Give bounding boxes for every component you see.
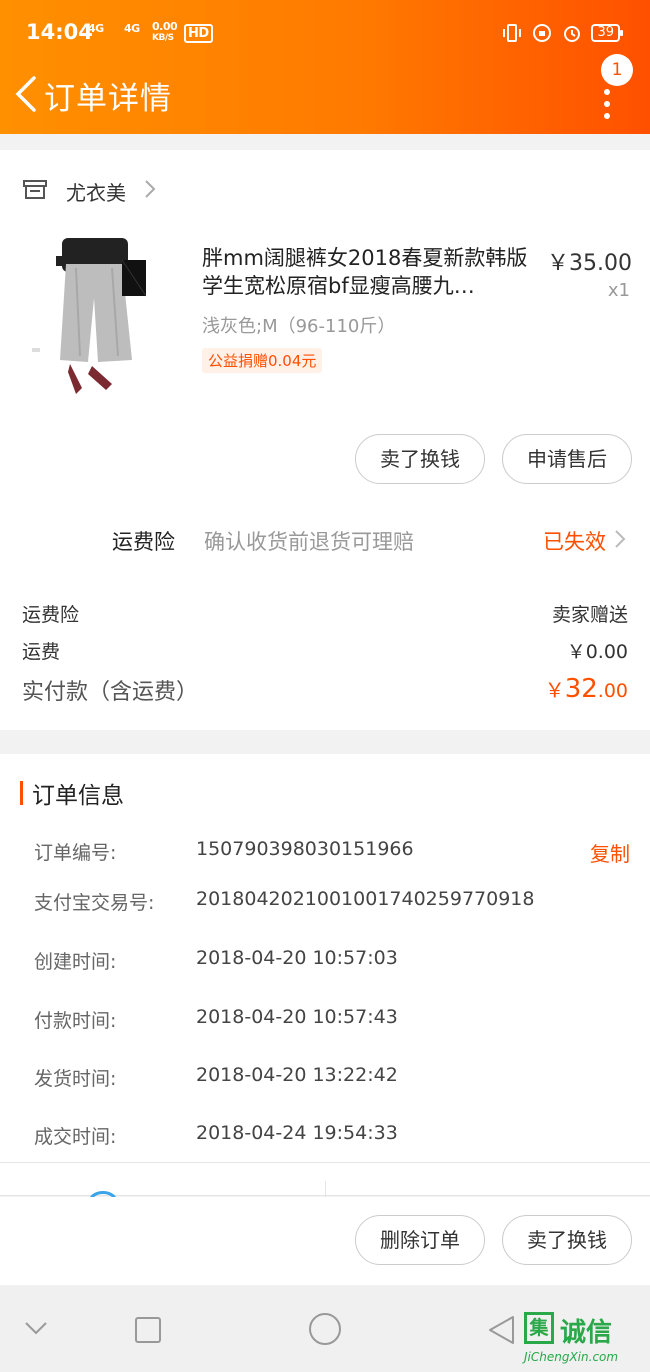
fee-label: 运费 [22, 641, 61, 663]
info-key: 成交时间: [34, 1126, 117, 1148]
info-key: 付款时间: [34, 1010, 117, 1032]
info-row-paid: 付款时间: 2018-04-20 10:57:43 [34, 1006, 630, 1036]
sell-for-cash-button[interactable]: 卖了换钱 [502, 1215, 632, 1265]
insurance-label: 运费险 [112, 530, 175, 554]
info-value: 2018042021001001740259770918 [196, 888, 535, 910]
navbar: 订单详情 1 [0, 54, 650, 134]
info-key: 支付宝交易号: [34, 892, 155, 914]
watermark-brand: 诚信 [560, 1318, 613, 1348]
info-key: 订单编号: [34, 842, 117, 864]
product-title[interactable]: 胖mm阔腿裤女2018春夏新款韩版学生宽松原宿bf显瘦高腰九… [202, 244, 532, 300]
info-value: 2018-04-24 19:54:33 [196, 1122, 398, 1144]
accent-bar [20, 781, 23, 805]
charity-tag: 公益捐赠0.04元 [202, 348, 323, 373]
sell-for-cash-button[interactable]: 卖了换钱 [355, 434, 485, 484]
product-quantity: x1 [607, 280, 630, 301]
info-row-completed: 成交时间: 2018-04-24 19:54:33 [34, 1122, 630, 1152]
delete-order-button[interactable]: 删除订单 [355, 1215, 485, 1265]
info-value: 2018-04-20 13:22:42 [196, 1064, 398, 1086]
more-options-icon[interactable] [592, 80, 622, 124]
signal-icon-2: 4G [124, 22, 140, 35]
info-key: 创建时间: [34, 951, 117, 973]
total-amount: ￥32.00 [545, 674, 628, 704]
watermark-logo: 集 诚信 JiChengXin.com [524, 1306, 644, 1368]
net-speed-unit: KB/S [152, 33, 174, 43]
order-info-title: 订单信息 [32, 783, 124, 809]
shop-name: 尤衣美 [66, 180, 126, 205]
total-label: 实付款（含运费） [22, 680, 199, 705]
battery-icon: 39 [591, 24, 623, 42]
fee-value: 卖家赠送 [551, 604, 628, 626]
product-sku: 浅灰色;M（96-110斤） [202, 316, 396, 337]
fee-row-insurance: 运费险 卖家赠送 [22, 600, 628, 630]
chevron-down-icon[interactable] [24, 1320, 48, 1340]
back-icon[interactable] [10, 72, 42, 116]
currency-symbol: ￥ [544, 678, 565, 702]
back-nav-icon[interactable] [486, 1314, 516, 1350]
info-key: 发货时间: [34, 1068, 117, 1090]
total-decimal: .00 [597, 680, 628, 702]
insurance-description: 确认收货前退货可理赔 [204, 530, 414, 554]
status-time: 14:04 [26, 20, 93, 44]
status-bar: 14:04 4G 4G 0.00 KB/S HD 39 [0, 0, 650, 66]
app-header: 14:04 4G 4G 0.00 KB/S HD 39 订单详情 1 [0, 0, 650, 134]
rotation-lock-icon [531, 22, 553, 44]
product-price: ￥35.00 [547, 251, 632, 276]
system-nav-bar: 集 诚信 JiChengXin.com [0, 1286, 650, 1372]
insurance-status: 已失效 [543, 530, 606, 554]
after-sale-button[interactable]: 申请售后 [502, 434, 632, 484]
divider [325, 1181, 326, 1197]
shop-row[interactable]: 尤衣美 [22, 174, 156, 208]
chevron-right-icon [614, 529, 626, 553]
chevron-right-icon [144, 179, 156, 203]
info-row-order-number: 订单编号: 150790398030151966 复制 [34, 838, 630, 868]
info-row-created: 创建时间: 2018-04-20 10:57:03 [34, 947, 630, 977]
order-info-heading: 订单信息 [20, 778, 124, 809]
info-value: 2018-04-20 10:57:43 [196, 1006, 398, 1028]
order-info-card: 订单信息 订单编号: 150790398030151966 复制 支付宝交易号:… [0, 754, 650, 1162]
signal-icon-1: 4G [88, 22, 104, 35]
fee-row-shipping: 运费 ￥0.00 [22, 637, 628, 667]
total-integer: 32 [564, 674, 598, 704]
shipping-insurance-row[interactable]: 运费险 确认收货前退货可理赔 已失效 [0, 520, 650, 560]
status-icons: 39 [501, 22, 623, 44]
info-row-shipped: 发货时间: 2018-04-20 13:22:42 [34, 1064, 630, 1094]
shop-icon [22, 177, 48, 205]
fee-label: 运费险 [22, 604, 80, 626]
info-row-alipay-number: 支付宝交易号: 2018042021001001740259770918 [34, 888, 630, 918]
bottom-action-bar: 删除订单 卖了换钱 [0, 1197, 650, 1285]
vibrate-icon [501, 22, 523, 44]
net-speed: 0.00 [152, 20, 178, 33]
home-icon[interactable] [308, 1312, 342, 1350]
copy-button[interactable]: 复制 [590, 838, 630, 867]
order-item-card: 尤衣美 胖mm阔腿裤女2018春夏新款韩版学生宽松原宿bf显瘦高腰九… ￥35.… [0, 150, 650, 730]
info-value: 150790398030151966 [196, 838, 414, 860]
notification-badge: 1 [601, 54, 633, 86]
recent-apps-icon[interactable] [134, 1316, 162, 1348]
hd-icon: HD [184, 24, 213, 43]
watermark-url: JiChengXin.com [524, 1350, 619, 1364]
info-value: 2018-04-20 10:57:03 [196, 947, 398, 969]
watermark-box: 集 [524, 1312, 554, 1344]
fee-value: ￥0.00 [566, 641, 628, 663]
total-row: 实付款（含运费） ￥32.00 [22, 674, 628, 708]
alarm-icon [561, 22, 583, 44]
service-strip [0, 1162, 650, 1201]
page-title: 订单详情 [44, 81, 172, 117]
product-image[interactable] [26, 238, 147, 408]
